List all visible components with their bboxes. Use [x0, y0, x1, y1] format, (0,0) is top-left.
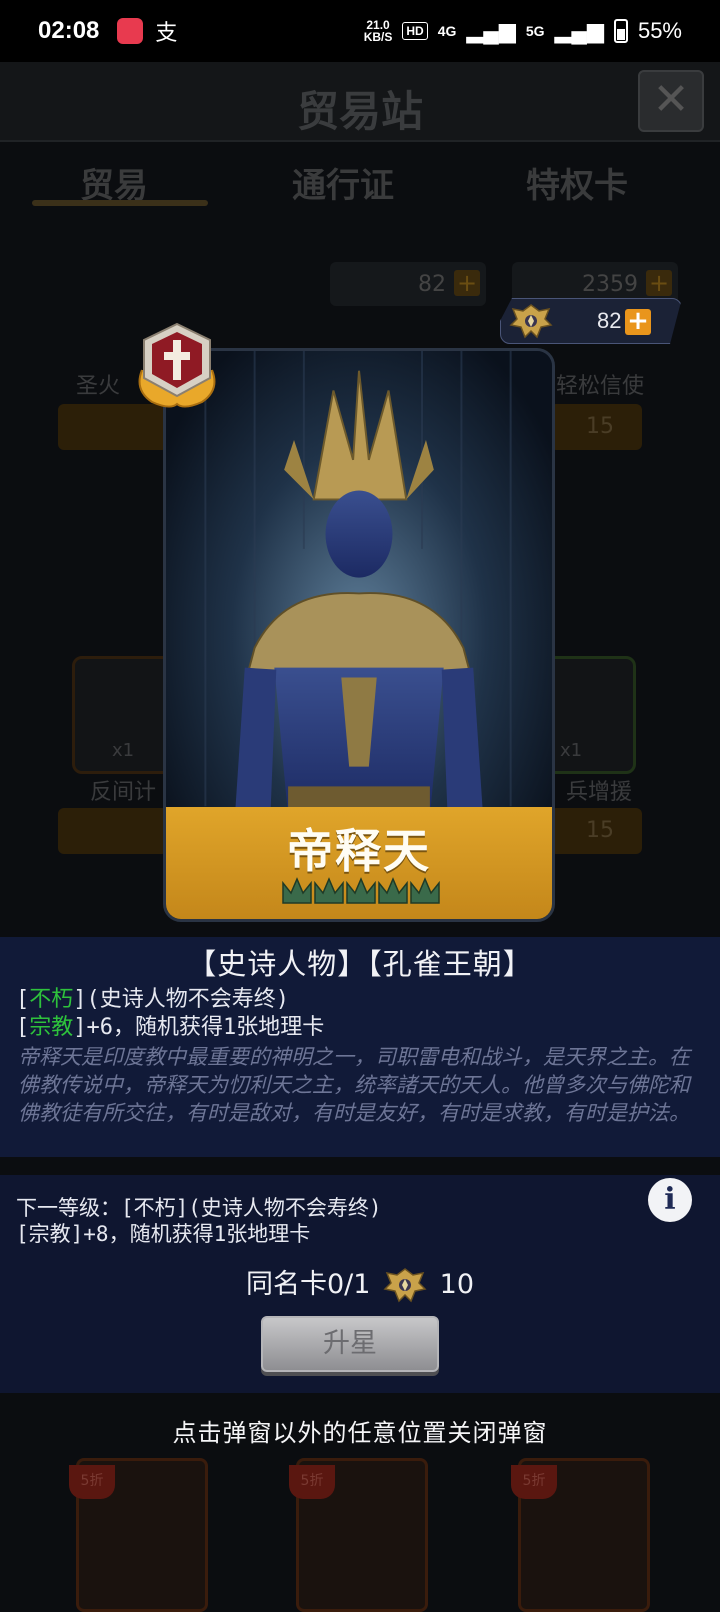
active-tab-indicator — [32, 200, 208, 206]
tab-privilege[interactable]: 特权卡 — [526, 158, 628, 207]
duplicate-card-requirement: 同名卡0/1 10 — [0, 1262, 720, 1307]
item-label: 圣火 — [76, 374, 121, 399]
trait-line-2: [宗教]+6，随机获得1张地理卡 — [16, 1015, 325, 1040]
shop-card[interactable]: 5折 — [511, 1458, 650, 1612]
emblem-count: 82 — [597, 308, 622, 333]
tab-bar: 贸易 通行证 特权卡 — [0, 150, 720, 220]
price-button[interactable]: 15 — [550, 808, 642, 854]
add-currency-button[interactable]: + — [625, 309, 651, 335]
price-button[interactable]: 15 — [550, 404, 642, 450]
shop-card[interactable]: 5折 — [69, 1458, 208, 1612]
app-notification-icon — [117, 18, 144, 44]
upgrade-star-button[interactable]: 升星 — [261, 1316, 439, 1372]
item-count: x1 — [560, 740, 583, 761]
battery-level: 55% — [637, 18, 682, 43]
eagle-emblem-icon — [509, 301, 553, 343]
item-count: x1 — [112, 740, 135, 761]
item-label: 兵增援 — [566, 780, 633, 805]
next-level-line-2: [宗教]+8，随机获得1张地理卡 — [16, 1222, 311, 1246]
currency-bar-emblem-bg: 82 + — [330, 262, 486, 306]
info-icon[interactable]: i — [648, 1178, 692, 1222]
trade-station-titlebar: 贸易站 ✕ — [0, 62, 720, 142]
signal-4g-icon: 4G — [437, 23, 457, 39]
character-name: 帝释天 — [287, 824, 431, 878]
hd-icon: HD — [402, 22, 428, 40]
net-speed: 21.0 KB/S — [363, 18, 393, 44]
close-button[interactable]: ✕ — [638, 70, 704, 132]
duplicate-count: 同名卡0/1 — [246, 1269, 371, 1300]
item-label: 反间计 — [90, 780, 157, 805]
item-label: 轻松信使 — [556, 374, 645, 399]
star-crowns-icon — [282, 877, 440, 904]
tab-pass[interactable]: 通行证 — [292, 158, 394, 207]
eagle-emblem-icon — [383, 1267, 427, 1302]
price-button[interactable] — [58, 808, 168, 854]
character-tags: 【史诗人物】【孔雀王朝】 — [187, 947, 533, 981]
alipay-icon: 支 — [155, 21, 178, 46]
upgrade-cost: 10 — [439, 1269, 474, 1300]
battery-icon — [613, 19, 628, 43]
signal-bars-icon-2: ▂▄▆ — [554, 18, 604, 43]
signal-5g-icon: 5G — [525, 23, 545, 39]
character-card: 帝释天 — [163, 348, 555, 922]
card-name-bar: 帝释天 — [166, 807, 552, 919]
emblem-currency-badge: 82 + — [500, 298, 682, 344]
close-icon: ✕ — [652, 74, 690, 125]
page-title: 贸易站 — [296, 87, 423, 136]
character-info-panel: 【史诗人物】【孔雀王朝】 [不朽](史诗人物不会寿终) [宗教]+6，随机获得1… — [0, 937, 720, 1157]
status-bar: 02:08 支 21.0 KB/S HD 4G ▂▄▆ 5G ▂▄▆ 55% — [0, 0, 720, 62]
price-button[interactable] — [58, 404, 168, 450]
signal-bars-icon: ▂▄▆ — [466, 18, 516, 43]
trait-name-religion: 宗教 — [29, 1015, 74, 1040]
shop-card[interactable]: 5折 — [289, 1458, 428, 1612]
status-time: 02:08 — [38, 17, 100, 44]
character-description: 帝释天是印度教中最重要的神明之一，司职雷电和战斗，是天界之主。在佛教传说中，帝释… — [18, 1045, 690, 1125]
rank-badge-icon — [138, 322, 216, 408]
close-hint: 点击弹窗以外的任意位置关闭弹窗 — [172, 1419, 548, 1447]
